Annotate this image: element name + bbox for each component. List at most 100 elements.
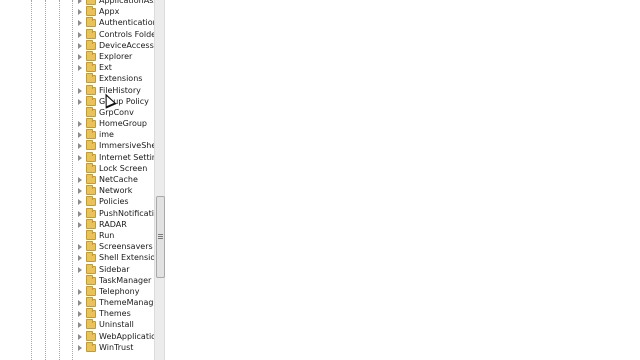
tree-node-label: NetCache — [99, 175, 138, 184]
expand-arrow-icon[interactable] — [78, 344, 82, 351]
tree-node-label: HomeGroup — [99, 119, 147, 129]
tree-node-label: ime — [99, 130, 114, 140]
expand-arrow-icon[interactable] — [78, 0, 82, 4]
folder-icon — [86, 162, 96, 173]
expand-arrow-icon[interactable] — [78, 9, 82, 16]
tree-node-label: ApplicationAssoc — [99, 0, 157, 5]
folder-icon — [86, 28, 96, 39]
expand-arrow-icon[interactable] — [78, 177, 82, 183]
expand-arrow-icon[interactable] — [78, 42, 82, 49]
values-pane[interactable] — [166, 0, 640, 360]
folder-icon — [86, 185, 96, 196]
tree-node-label: Explorer — [99, 51, 133, 61]
folder-icon — [86, 252, 96, 263]
folder-icon — [86, 174, 96, 184]
tree-node-label: Internet Settings — [99, 152, 157, 162]
tree-node-label: Lock Screen — [99, 163, 148, 173]
tree-node-label: Ext — [99, 63, 112, 73]
expand-arrow-icon[interactable] — [78, 87, 82, 94]
folder-icon — [86, 140, 96, 151]
expand-arrow-icon[interactable] — [78, 154, 82, 161]
scrollbar-thumb[interactable] — [156, 196, 165, 278]
folder-icon — [86, 106, 96, 117]
tree-node-label: TaskManager — [99, 275, 152, 285]
tree-node[interactable]: ThemeManager — [0, 297, 157, 309]
folder-icon — [86, 62, 96, 73]
expand-arrow-icon[interactable] — [78, 255, 82, 262]
folder-icon — [86, 39, 96, 50]
expand-arrow-icon[interactable] — [78, 31, 82, 38]
folder-icon — [86, 341, 96, 352]
expand-arrow-icon[interactable] — [78, 121, 82, 128]
folder-icon — [86, 84, 96, 95]
tree-node[interactable]: Explorer — [0, 50, 157, 63]
folder-icon — [86, 95, 96, 106]
tree-node-label: Extensions — [99, 74, 143, 84]
expand-arrow-icon[interactable] — [78, 53, 82, 60]
expand-arrow-icon[interactable] — [78, 20, 82, 27]
folder-icon — [86, 151, 96, 162]
expand-arrow-icon[interactable] — [78, 188, 82, 195]
tree-node-label: Policies — [99, 197, 129, 207]
tree-node[interactable]: Shell Extensions — [0, 252, 157, 264]
expand-arrow-icon[interactable] — [78, 221, 82, 228]
tree-node[interactable]: ApplicationAssoc — [0, 0, 157, 7]
tree-node-label: Run — [99, 230, 115, 240]
tree-node-label: WebApplication — [99, 331, 157, 341]
registry-key-tree[interactable]: ApplicationAssoc AppxAuthenticationContro… — [0, 0, 157, 360]
folder-icon — [86, 241, 96, 252]
folder-icon — [86, 263, 96, 274]
folder-icon — [86, 129, 96, 140]
folder-icon — [86, 50, 96, 61]
tree-node[interactable]: DeviceAccess — [0, 39, 157, 52]
tree-node-label: Screensavers — [99, 242, 153, 252]
tree-node-label: Controls Folder — [99, 29, 157, 39]
folder-icon — [86, 274, 96, 285]
tree-list: ApplicationAssoc AppxAuthenticationContro… — [0, 0, 157, 354]
tree-node-label: Telephony — [99, 286, 140, 296]
tree-node-label: GrpConv — [99, 107, 134, 117]
tree-node[interactable]: RADAR — [0, 218, 157, 231]
expand-arrow-icon[interactable] — [78, 288, 82, 295]
expand-arrow-icon[interactable] — [78, 132, 82, 139]
tree-vertical-scrollbar[interactable] — [154, 0, 165, 360]
folder-icon — [86, 196, 96, 207]
expand-arrow-icon[interactable] — [78, 143, 82, 150]
tree-node[interactable]: Network — [0, 185, 157, 197]
tree-node[interactable]: PushNotification — [0, 207, 157, 220]
folder-icon — [86, 17, 96, 28]
expand-arrow-icon[interactable] — [78, 311, 82, 318]
folder-icon — [86, 118, 96, 129]
tree-node[interactable]: HomeGroup — [0, 118, 157, 130]
folder-icon — [86, 0, 96, 5]
expand-arrow-icon[interactable] — [78, 244, 82, 251]
expand-arrow-icon[interactable] — [78, 199, 82, 206]
tree-node-label: Sidebar — [99, 264, 130, 274]
folder-icon — [86, 218, 96, 229]
folder-icon — [86, 73, 96, 84]
tree-node[interactable]: WinTrust — [0, 341, 157, 354]
tree-node[interactable]: NetCache — [0, 174, 157, 186]
folder-icon — [86, 6, 96, 17]
tree-node[interactable]: WebApplication — [0, 330, 157, 343]
tree-node-label: DeviceAccess — [99, 40, 154, 50]
tree-node-label: ImmersiveShell — [99, 141, 157, 151]
tree-node-label: WinTrust — [99, 342, 134, 352]
expand-arrow-icon[interactable] — [78, 65, 82, 72]
expand-arrow-icon[interactable] — [78, 210, 82, 217]
tree-node-label: ThemeManager — [99, 298, 157, 308]
tree-node-label: Uninstall — [99, 320, 134, 330]
expand-arrow-icon[interactable] — [78, 98, 82, 105]
expand-arrow-icon[interactable] — [78, 300, 82, 307]
expand-arrow-icon[interactable] — [78, 333, 82, 340]
tree-node-label: Shell Extensions — [99, 253, 157, 263]
folder-icon — [86, 330, 96, 341]
folder-icon — [86, 285, 96, 296]
folder-icon — [86, 308, 96, 319]
folder-icon — [86, 319, 96, 330]
scrollbar-grip-icon — [158, 234, 163, 240]
tree-node-label: Themes — [99, 309, 131, 319]
expand-arrow-icon[interactable] — [78, 322, 82, 329]
tree-node-label: RADAR — [99, 219, 127, 229]
expand-arrow-icon[interactable] — [78, 266, 82, 273]
